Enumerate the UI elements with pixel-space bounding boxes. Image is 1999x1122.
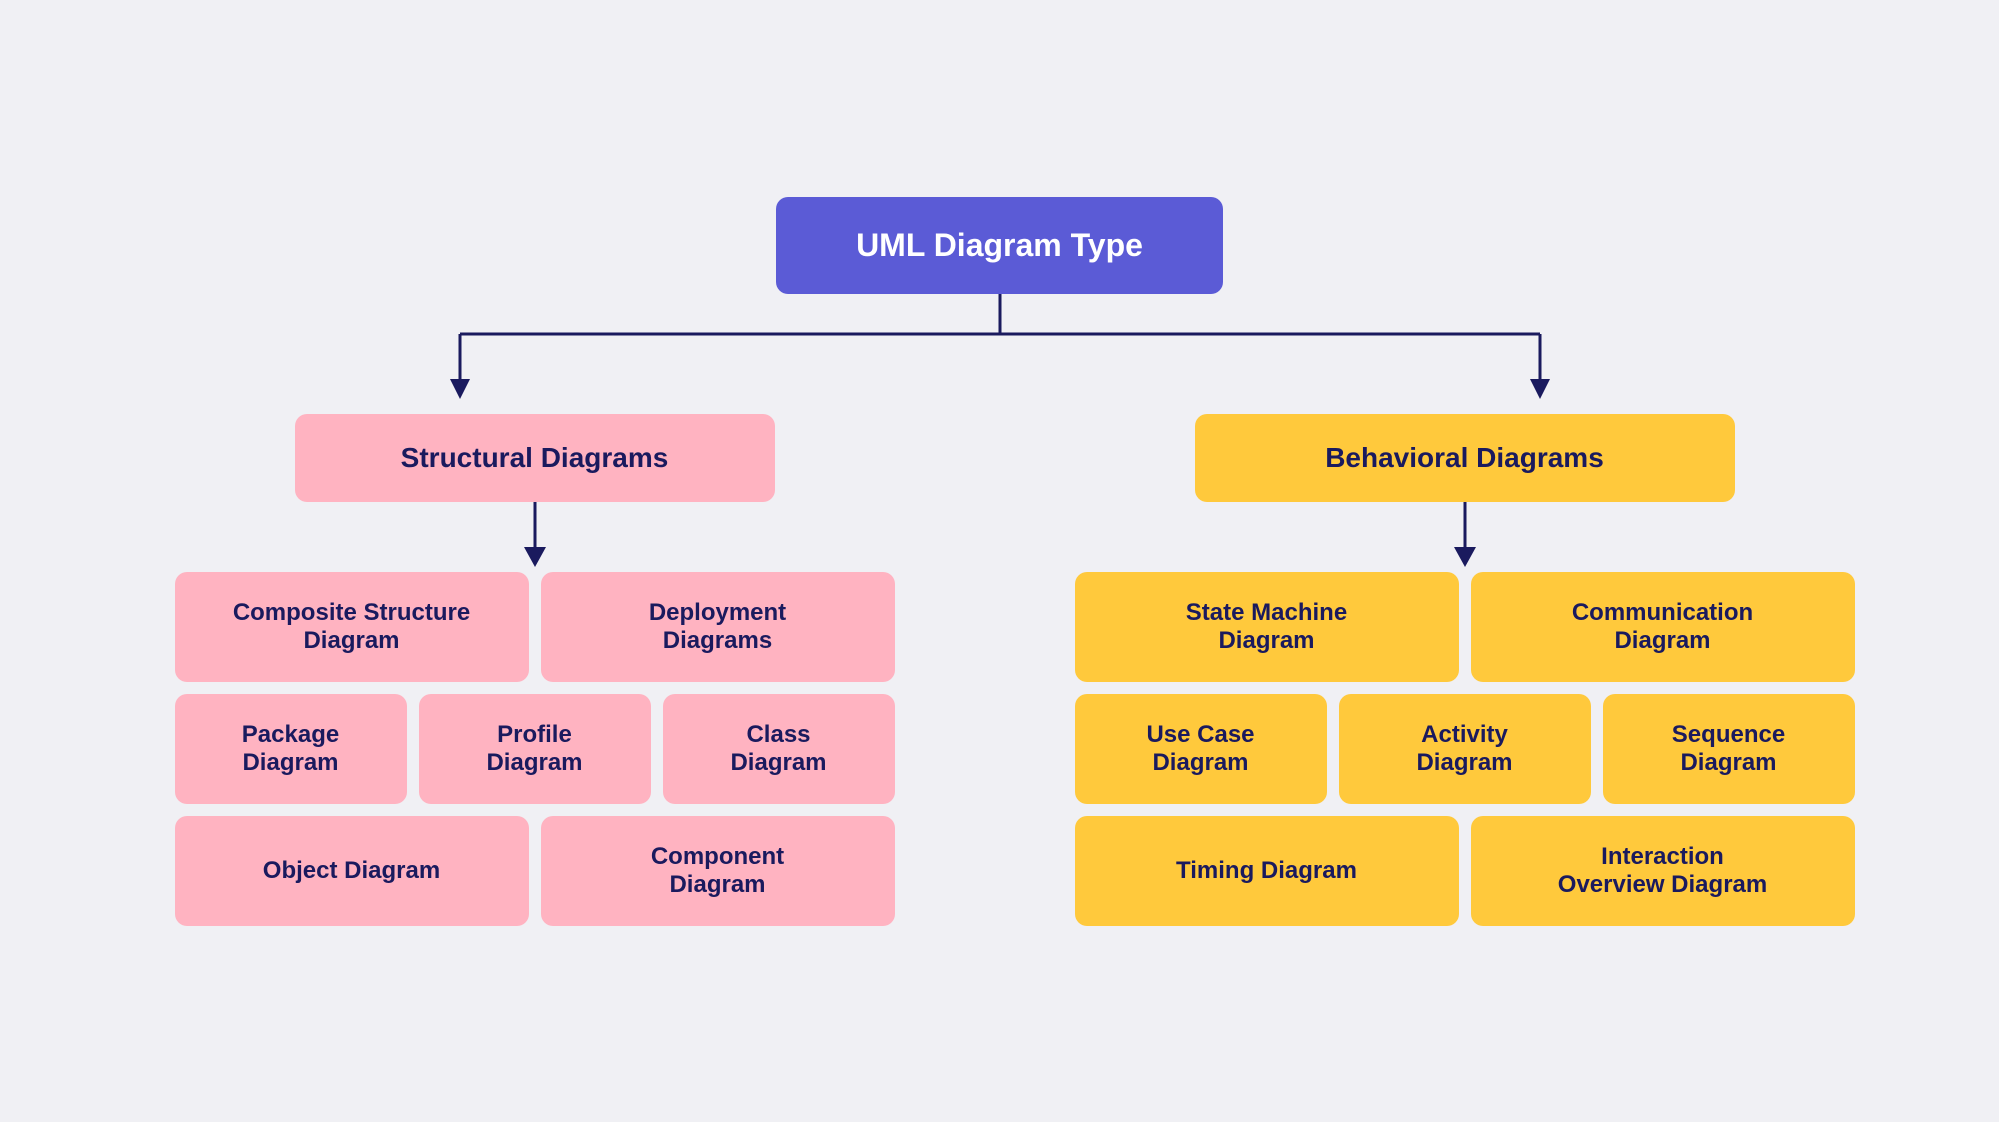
root-label: UML Diagram Type: [856, 227, 1143, 263]
communication-diagram: CommunicationDiagram: [1471, 572, 1855, 682]
class-diagram: ClassDiagram: [663, 694, 895, 804]
activity-diagram: ActivityDiagram: [1339, 694, 1591, 804]
behavioral-col: Behavioral Diagrams State MachineDiagram…: [1030, 414, 1900, 926]
diagram-container: UML Diagram Type Structural Diagrams: [100, 197, 1900, 926]
structural-diagrams-node: Structural Diagrams: [295, 414, 775, 502]
state-machine-diagram: State MachineDiagram: [1075, 572, 1459, 682]
sequence-diagram: SequenceDiagram: [1603, 694, 1855, 804]
root-node: UML Diagram Type: [776, 197, 1223, 294]
interaction-overview-diagram: InteractionOverview Diagram: [1471, 816, 1855, 926]
component-diagram: ComponentDiagram: [541, 816, 895, 926]
timing-diagram: Timing Diagram: [1075, 816, 1459, 926]
deployment-diagrams: DeploymentDiagrams: [541, 572, 895, 682]
two-cols: Structural Diagrams Composite StructureD…: [100, 414, 1900, 926]
composite-structure-diagram: Composite StructureDiagram: [175, 572, 529, 682]
package-diagram: PackageDiagram: [175, 694, 407, 804]
root-branch-svg: [100, 294, 1900, 414]
object-diagram: Object Diagram: [175, 816, 529, 926]
use-case-diagram: Use CaseDiagram: [1075, 694, 1327, 804]
behavioral-diagrams-node: Behavioral Diagrams: [1195, 414, 1735, 502]
behavioral-arrow-svg: [1195, 502, 1735, 572]
profile-diagram: ProfileDiagram: [419, 694, 651, 804]
structural-col: Structural Diagrams Composite StructureD…: [100, 414, 970, 926]
structural-arrow-svg: [295, 502, 775, 572]
